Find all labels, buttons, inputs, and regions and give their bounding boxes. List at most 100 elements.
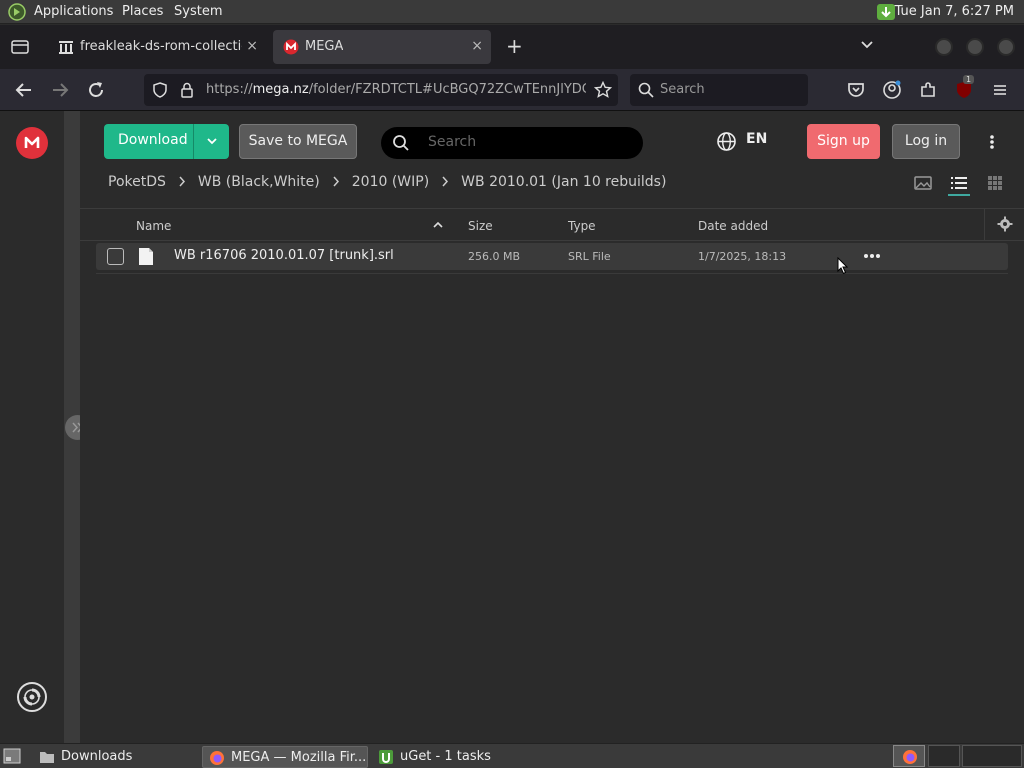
web-search-box[interactable]: Search (630, 74, 808, 106)
list-view-active-indicator (948, 194, 970, 196)
list-view-icon[interactable] (950, 175, 968, 191)
maximize-button[interactable] (966, 38, 984, 56)
new-tab-button[interactable]: + (506, 34, 523, 58)
download-button[interactable]: Download (104, 124, 229, 159)
folder-icon (40, 752, 54, 763)
gear-icon (997, 216, 1013, 232)
menu-places[interactable]: Places (122, 4, 163, 19)
file-list-header: Name Size Type Date added (80, 208, 1024, 241)
sort-ascending-icon[interactable] (433, 221, 443, 229)
file-name[interactable]: WB r16706 2010.01.07 [trunk].srl (174, 248, 394, 263)
column-date-added[interactable]: Date added (698, 219, 768, 233)
help-glyph-icon (23, 688, 41, 706)
firefox-view-icon[interactable] (11, 39, 29, 55)
sign-up-button[interactable]: Sign up (807, 124, 880, 159)
breadcrumb-chevron-icon (179, 176, 185, 187)
url-text[interactable]: https://mega.nz/folder/FZRDTCTL#UcBGQ72Z… (206, 82, 586, 97)
browser-tab-bar: freakleak-ds-rom-collection × MEGA × + (0, 25, 1024, 69)
taskbar-label: Downloads (61, 749, 133, 764)
chevron-down-icon[interactable] (860, 40, 874, 50)
log-in-button[interactable]: Log in (892, 124, 960, 159)
download-options-chevron-icon[interactable] (200, 137, 224, 147)
bookmark-star-icon[interactable] (594, 81, 612, 99)
column-name[interactable]: Name (136, 219, 171, 233)
mega-favicon-icon (283, 39, 299, 55)
breadcrumb-item[interactable]: PoketDS (108, 174, 166, 190)
taskbar-label: MEGA — Mozilla Fir... (231, 750, 365, 765)
workspace-3[interactable] (962, 745, 1022, 767)
mega-m-glyph-icon (24, 136, 40, 148)
close-tab-icon[interactable]: × (471, 38, 483, 54)
language-selector[interactable]: EN (746, 131, 767, 147)
column-size[interactable]: Size (468, 219, 493, 233)
url-path: /folder/FZRDTCTL#UcBGQ72ZCwTEnnJlYDC (308, 82, 586, 97)
lock-icon[interactable] (180, 82, 194, 98)
url-scheme: https:// (206, 82, 253, 97)
mega-folder-view: Download Save to MEGA Search EN Sign up … (80, 111, 1024, 743)
mega-search-input[interactable]: Search (381, 127, 643, 159)
media-view-icon[interactable] (914, 175, 932, 191)
menu-system[interactable]: System (174, 4, 222, 19)
generic-file-icon (139, 248, 153, 265)
row-checkbox[interactable] (107, 248, 124, 265)
globe-icon[interactable] (716, 131, 737, 152)
reload-icon[interactable] (85, 79, 107, 101)
mega-logo-icon[interactable] (16, 127, 48, 159)
help-icon[interactable] (17, 682, 47, 712)
forward-arrow-icon[interactable] (49, 79, 71, 101)
breadcrumb-chevron-icon (333, 176, 339, 187)
more-options-kebab-icon[interactable] (986, 134, 998, 150)
browser-nav-bar: https://mega.nz/folder/FZRDTCTL#UcBGQ72Z… (0, 69, 1024, 111)
back-arrow-icon[interactable] (13, 79, 35, 101)
system-top-panel: Applications Places System Tue Jan 7, 6:… (0, 0, 1024, 24)
clock[interactable]: Tue Jan 7, 6:27 PM (895, 4, 1014, 19)
breadcrumb-item[interactable]: 2010 (WIP) (352, 174, 429, 190)
minimize-button[interactable] (935, 38, 953, 56)
mouse-cursor-icon (837, 257, 849, 275)
workspace-1[interactable] (893, 745, 925, 767)
row-divider (96, 273, 1008, 274)
ublock-badge: 1 (963, 75, 975, 84)
workspace-2[interactable] (928, 745, 960, 767)
save-to-mega-button[interactable]: Save to MEGA (239, 124, 357, 159)
download-separator (193, 124, 194, 159)
file-size: 256.0 MB (468, 250, 521, 263)
column-settings-button[interactable] (984, 209, 1024, 240)
column-type[interactable]: Type (568, 219, 596, 233)
close-tab-icon[interactable]: × (246, 38, 258, 54)
breadcrumb-item[interactable]: WB 2010.01 (Jan 10 rebuilds) (461, 174, 666, 190)
update-notifier-icon[interactable] (876, 3, 896, 21)
extensions-puzzle-icon[interactable] (917, 79, 939, 101)
taskbar-label: uGet - 1 tasks (400, 749, 491, 764)
tab-title: freakleak-ds-rom-collection (80, 39, 242, 54)
breadcrumb-chevron-icon (442, 176, 449, 187)
url-host: mega.nz (252, 82, 309, 97)
table-row[interactable]: WB r16706 2010.01.07 [trunk].srl 256.0 M… (96, 243, 1008, 270)
firefox-icon (210, 751, 224, 765)
taskbar-firefox[interactable]: MEGA — Mozilla Fir... (202, 746, 368, 768)
archive-favicon-icon (59, 41, 73, 54)
row-more-options-icon[interactable] (863, 253, 881, 259)
tab-mega[interactable]: MEGA × (273, 30, 491, 64)
taskbar-downloads[interactable]: Downloads (33, 746, 195, 768)
show-desktop-icon[interactable] (3, 748, 21, 764)
rail-background (0, 111, 64, 743)
grid-view-icon[interactable] (986, 175, 1004, 191)
download-label: Download (118, 132, 188, 148)
taskbar-uget[interactable]: uGet - 1 tasks (372, 746, 538, 768)
shield-icon[interactable] (152, 82, 168, 98)
breadcrumb-item[interactable]: WB (Black,White) (198, 174, 320, 190)
url-bar[interactable]: https://mega.nz/folder/FZRDTCTL#UcBGQ72Z… (144, 74, 618, 106)
pocket-icon[interactable] (845, 79, 867, 101)
ublock-icon[interactable]: 1 (953, 75, 975, 101)
hamburger-menu-icon[interactable] (989, 79, 1011, 101)
tab-freakleak[interactable]: freakleak-ds-rom-collection × (48, 30, 266, 64)
mega-search-placeholder: Search (428, 134, 477, 150)
search-icon (393, 135, 409, 151)
menu-applications[interactable]: Applications (34, 4, 113, 19)
system-logo-icon[interactable] (8, 3, 26, 21)
bottom-taskbar: Downloads MEGA — Mozilla Fir... uGet - 1… (0, 743, 1024, 768)
close-window-button[interactable] (997, 38, 1015, 56)
account-icon[interactable] (881, 79, 903, 101)
file-type: SRL File (568, 250, 611, 263)
